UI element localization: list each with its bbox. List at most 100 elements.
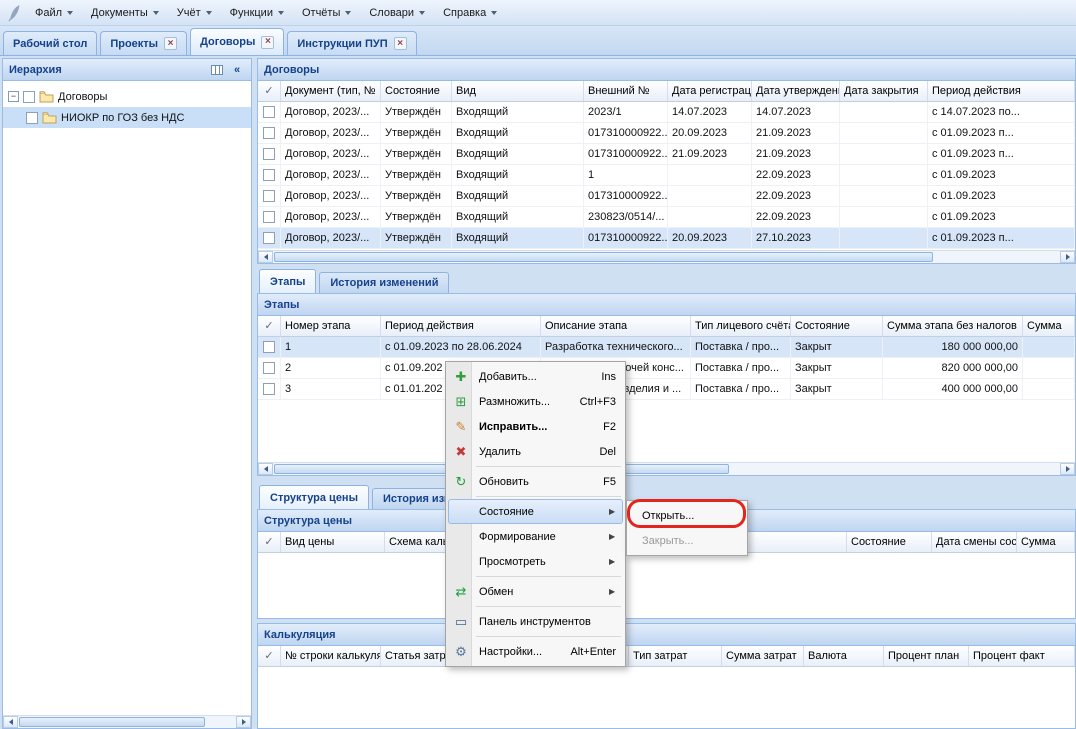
column-header[interactable]: Состояние [381,81,452,101]
column-header[interactable]: Внешний № [584,81,668,101]
row-checkbox[interactable] [263,383,275,395]
context-menu-item[interactable]: ✖УдалитьDel [448,439,623,464]
context-menu-item[interactable]: ⚙Настройки...Alt+Enter [448,639,623,664]
select-all-header[interactable]: ✓ [258,646,281,666]
table-row[interactable]: Договор, 2023/...УтверждёнВходящий2023/1… [258,102,1075,123]
column-header[interactable]: Описание этапа [541,316,691,336]
horizontal-scrollbar[interactable] [258,250,1075,263]
select-all-header[interactable]: ✓ [258,532,281,552]
row-checkbox[interactable] [263,169,275,181]
close-icon[interactable]: × [261,36,274,49]
close-icon[interactable]: × [394,37,407,50]
table-row[interactable]: Договор, 2023/...УтверждёнВходящий017310… [258,123,1075,144]
menubar-item-3[interactable]: Учёт [168,0,221,25]
column-header[interactable]: Состояние [847,532,932,552]
menubar-item-4[interactable]: Функции [221,0,293,25]
stages-tab-1[interactable]: Этапы [259,269,316,293]
table-row[interactable]: Договор, 2023/...УтверждёнВходящий017310… [258,144,1075,165]
row-checkbox[interactable] [263,362,275,374]
column-header[interactable]: Сумма [1017,532,1075,552]
column-header[interactable]: Процент факт [969,646,1075,666]
horizontal-scrollbar[interactable] [258,462,1075,475]
main-tab-2[interactable]: Проекты× [100,31,187,55]
context-menu-item[interactable]: Просмотреть▶ [448,549,623,574]
main-tab-1[interactable]: Рабочий стол [3,31,97,55]
column-header[interactable]: Дата утверждения [752,81,840,101]
scrollbar-track[interactable] [273,463,1060,475]
context-menu-item[interactable]: Формирование▶ [448,524,623,549]
column-header[interactable]: Сумма [1023,316,1075,336]
table-cell: 21.09.2023 [752,144,840,164]
table-row[interactable]: Договор, 2023/...УтверждёнВходящий230823… [258,207,1075,228]
close-icon[interactable]: × [164,37,177,50]
tree-node[interactable]: −Договоры [3,86,251,107]
context-menu-item[interactable]: ⊞Размножить...Ctrl+F3 [448,389,623,414]
horizontal-scrollbar[interactable] [3,715,251,728]
column-header[interactable]: Валюта [804,646,884,666]
column-header[interactable]: Номер этапа [281,316,381,336]
tree-checkbox[interactable] [23,91,35,103]
row-checkbox[interactable] [263,106,275,118]
column-header[interactable]: № строки калькуляции [281,646,381,666]
menubar-item-1[interactable]: Файл [26,0,82,25]
row-checkbox[interactable] [263,127,275,139]
tree-node[interactable]: НИОКР по ГОЗ без НДС [3,107,251,128]
submenu-item[interactable]: Открыть... [629,503,745,528]
scroll-right-icon[interactable] [236,716,251,728]
scroll-thumb[interactable] [19,717,205,727]
scroll-right-icon[interactable] [1060,463,1075,475]
row-checkbox[interactable] [263,211,275,223]
scroll-left-icon[interactable] [258,463,273,475]
scrollbar-track[interactable] [273,251,1060,263]
row-checkbox[interactable] [263,232,275,244]
menubar-item-5[interactable]: Отчёты [293,0,360,25]
row-checkbox[interactable] [263,148,275,160]
column-header[interactable]: Период действия [381,316,541,336]
scroll-right-icon[interactable] [1060,251,1075,263]
table-row[interactable]: Договор, 2023/...УтверждёнВходящий017310… [258,228,1075,249]
column-header[interactable]: Состояние [791,316,883,336]
main-tab-3[interactable]: Договоры× [190,28,284,55]
menubar-item-7[interactable]: Справка [434,0,506,25]
column-header[interactable]: Документ (тип, № [281,81,381,101]
column-header[interactable]: Дата смены состояния [932,532,1017,552]
column-header[interactable]: Дата закрытия [840,81,928,101]
stages-tab-2[interactable]: История изменений [319,272,449,293]
menubar-item-6[interactable]: Словари [360,0,434,25]
column-header[interactable]: Вид [452,81,584,101]
column-header[interactable]: Вид цены [281,532,385,552]
scrollbar-track[interactable] [18,716,236,728]
table-row[interactable]: Договор, 2023/...УтверждёнВходящий122.09… [258,165,1075,186]
price-tab-1[interactable]: Структура цены [259,485,369,509]
column-header[interactable]: Дата регистрации [668,81,752,101]
column-header[interactable]: Процент план [884,646,969,666]
grid-view-icon[interactable] [209,62,225,77]
tree-checkbox[interactable] [26,112,38,124]
collapse-panel-icon[interactable]: « [229,62,245,77]
context-menu-item[interactable]: ✎Исправить...F2 [448,414,623,439]
column-header[interactable]: Сумма этапа без налогов [883,316,1023,336]
column-header[interactable]: Тип лицевого счёта [691,316,791,336]
table-row[interactable]: 3с 01.01.202Изготовление изделия и ...По… [258,379,1075,400]
scroll-left-icon[interactable] [258,251,273,263]
menubar-item-2[interactable]: Документы [82,0,168,25]
select-all-header[interactable]: ✓ [258,81,281,101]
context-menu-item[interactable]: ⇄Обмен▶ [448,579,623,604]
select-all-header[interactable]: ✓ [258,316,281,336]
main-tab-4[interactable]: Инструкции ПУП× [287,31,416,55]
context-menu-item[interactable]: Состояние▶ [448,499,623,524]
context-menu-item[interactable]: ▭Панель инструментов [448,609,623,634]
column-header[interactable]: Сумма затрат [722,646,804,666]
scroll-thumb[interactable] [274,252,933,262]
table-row[interactable]: 1с 01.09.2023 по 28.06.2024Разработка те… [258,337,1075,358]
table-row[interactable]: Договор, 2023/...УтверждёнВходящий017310… [258,186,1075,207]
context-menu-item[interactable]: ↻ОбновитьF5 [448,469,623,494]
row-checkbox[interactable] [263,190,275,202]
scroll-left-icon[interactable] [3,716,18,728]
column-header[interactable]: Период действия [928,81,1075,101]
column-header[interactable]: Тип затрат [629,646,722,666]
row-checkbox[interactable] [263,341,275,353]
expand-toggle[interactable]: − [8,91,19,102]
table-row[interactable]: 2с 01.09.202Разработка рабочей конс...По… [258,358,1075,379]
context-menu-item[interactable]: ✚Добавить...Ins [448,364,623,389]
